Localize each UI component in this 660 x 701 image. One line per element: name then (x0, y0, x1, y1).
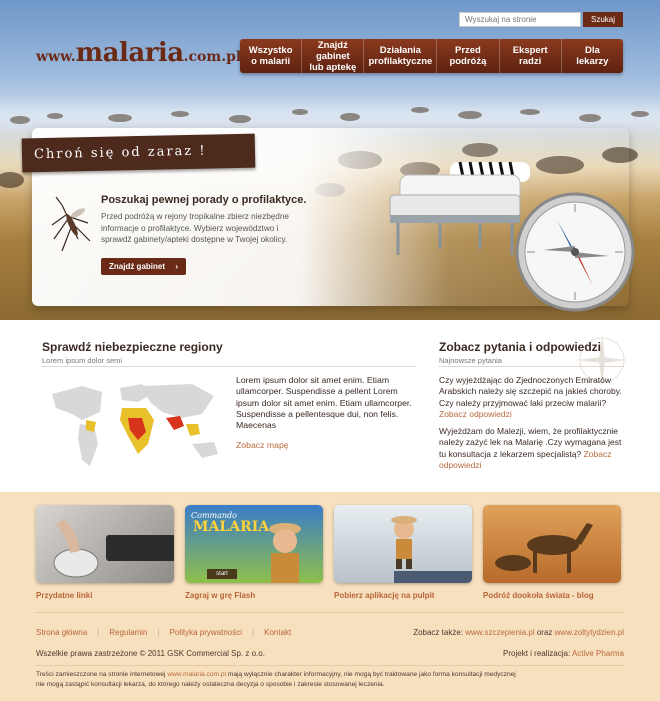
footer-link-privacy[interactable]: Polityka prywatności (170, 628, 242, 637)
qa-title: Zobacz pytania i odpowiedzi (439, 340, 602, 354)
active-pharma-link[interactable]: Active Pharma (572, 649, 624, 658)
thumb-flash-game[interactable]: Commando MALARIA start (185, 505, 323, 583)
thumb-label-flash-game[interactable]: Zagraj w grę Flash (185, 591, 255, 600)
search-button[interactable]: Szukaj (583, 12, 623, 27)
see-map-link[interactable]: Zobacz mapę (236, 440, 289, 450)
find-clinic-button[interactable]: Znajdź gabinet › (101, 258, 186, 275)
qa-question: Czy wyjeżdżając do Zjednoczonych Emirató… (439, 375, 622, 408)
thumb-travel-blog[interactable] (483, 505, 621, 583)
search-input[interactable] (459, 12, 581, 27)
footer-link-terms[interactable]: Regulamin (109, 628, 147, 637)
qa-section: Zobacz pytania i odpowiedzi Najnowsze py… (439, 340, 629, 365)
see-also: Zobacz także: www.szczepienia.pl oraz ww… (413, 628, 624, 637)
nav-item-expert[interactable]: Ekspert radzi (500, 39, 562, 73)
banner-protect: Chroń się od zaraz ! (21, 133, 256, 173)
project-credit: Projekt i realizacja: Active Pharma (503, 649, 624, 658)
footer-link-home[interactable]: Strona główna (36, 628, 87, 637)
nav-item-prevention[interactable]: Działania profilaktyczne (364, 39, 438, 73)
bed-illustration (389, 174, 521, 255)
logo-tld: .com.pl (183, 49, 242, 65)
compass-icon (515, 192, 635, 312)
regions-divider (42, 366, 416, 367)
regions-section: Sprawdź niebezpieczne regiony Lorem ipsu… (42, 340, 416, 365)
disclaimer: Treści zamieszczone na stronie interneto… (36, 671, 516, 688)
regions-subtitle: Lorem ipsum dolor semi (42, 356, 123, 365)
qa-answer-link[interactable]: Zobacz odpowiedzi (439, 409, 512, 419)
promo-text: Przed podróżą w rejony tropikalne zbierz… (101, 212, 289, 244)
regions-title: Sprawdź niebezpieczne regiony (42, 340, 223, 354)
nav-item-about-malaria[interactable]: Wszystko o malarii (240, 39, 303, 73)
footer-divider (36, 612, 624, 613)
thumb-label-desktop-app[interactable]: Pobierz aplikację na pulpit (334, 591, 434, 600)
qa-item: Wyjeżdżam do Malezji, wiem, że profilakt… (439, 426, 624, 471)
logo-www: www. (36, 49, 76, 65)
promo-title: Poszukaj pewnej porady o profilaktyce. (101, 194, 307, 206)
chevron-right-icon: › (175, 262, 178, 271)
logo-name: malaria (75, 38, 185, 68)
mosquito-icon (51, 196, 91, 252)
nav-item-before-travel[interactable]: Przed podróżą (437, 39, 500, 73)
thumb-label-travel-blog[interactable]: Podróż dookoła świata - blog (483, 591, 594, 600)
camels-icon (495, 523, 593, 573)
footer-link-contact[interactable]: Kontakt (264, 628, 291, 637)
see-also-link-yellow-week[interactable]: www.zoltytydzien.pl (555, 628, 624, 637)
desktop-character-icon (391, 516, 472, 583)
mouse-keyboard-icon (53, 519, 174, 578)
nav-item-for-doctors[interactable]: Dla lekarzy (562, 39, 623, 73)
game-start-button[interactable]: start (207, 569, 237, 579)
qa-item: Czy wyjeżdżając do Zjednoczonych Emirató… (439, 375, 624, 420)
world-map[interactable] (42, 374, 227, 474)
qa-subtitle: Najnowsze pytania (439, 356, 502, 365)
thumb-label-useful-links[interactable]: Przydatne linki (36, 591, 92, 600)
regions-text: Lorem ipsum dolor sit amet enim. Etiam u… (236, 375, 412, 431)
disclaimer-site-link[interactable]: www.malaria.com.pl (167, 671, 226, 678)
herd-silhouette (10, 107, 649, 124)
nav-item-find-clinic[interactable]: Znajdź gabinet lub aptekę (302, 39, 365, 73)
explorer-character-icon (269, 523, 301, 583)
site-logo[interactable]: www.malaria.com.pl (36, 38, 241, 68)
copyright: Wszelkie prawa zastrzeżone © 2011 GSK Co… (36, 649, 265, 658)
footer-divider (36, 665, 624, 666)
main-nav: Wszystko o malarii Znajdź gabinet lub apte… (240, 39, 623, 73)
thumb-useful-links[interactable] (36, 505, 174, 583)
see-also-link-vaccination[interactable]: www.szczepienia.pl (465, 628, 534, 637)
qa-divider (439, 366, 624, 367)
footer-nav: Strona główna | Regulamin | Polityka prywa… (36, 628, 292, 637)
thumb-desktop-app[interactable] (334, 505, 472, 583)
